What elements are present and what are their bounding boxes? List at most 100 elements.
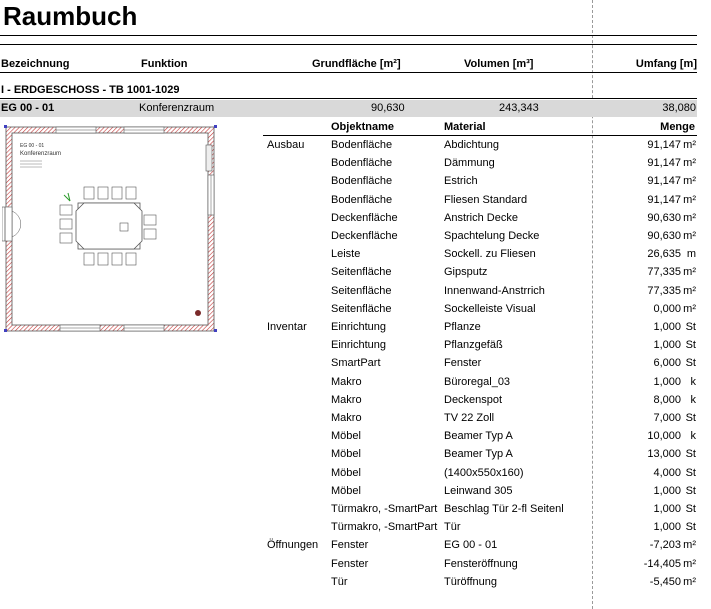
row-quantity: 26,635	[647, 248, 681, 261]
row-material: Büroregal_03	[444, 375, 511, 388]
row-quantity: 1,000	[653, 339, 681, 352]
row-material: Deckenspot	[444, 393, 503, 406]
row-object: Seitenfläche	[331, 284, 392, 297]
table-row[interactable]: Öffnungen Fenster EG 00 - 01 -7,203 m²	[0, 538, 697, 556]
row-object: Makro	[331, 375, 362, 388]
row-quantity: 0,000	[653, 302, 681, 315]
col-header-bezeichnung: Bezeichnung	[1, 58, 70, 70]
page-title: Raumbuch	[3, 1, 138, 31]
table-row[interactable]: Makro Büroregal_03 1,000 k	[0, 375, 697, 393]
row-quantity: 91,147	[647, 175, 681, 188]
row-material: Fenster	[444, 357, 482, 370]
row-quantity: -14,405	[643, 557, 681, 570]
row-material: Sockell. zu Fliesen	[444, 248, 536, 261]
row-object: Leiste	[331, 248, 361, 261]
table-row[interactable]: Inventar Einrichtung Pflanze 1,000 St	[0, 320, 697, 338]
row-material: Sockelleiste Visual	[444, 302, 536, 315]
table-row[interactable]: Leiste Sockell. zu Fliesen 26,635 m	[0, 247, 697, 265]
table-row[interactable]: Deckenfläche Spachtelung Decke 90,630 m²	[0, 229, 697, 247]
row-unit: St	[685, 339, 696, 352]
section-title: I - ERDGESCHOSS - TB 1001-1029	[1, 84, 180, 96]
row-object: SmartPart	[331, 357, 381, 370]
row-unit: k	[690, 430, 697, 443]
row-unit: k	[690, 375, 697, 388]
row-object: Bodenfläche	[331, 175, 393, 188]
table-row[interactable]: Deckenfläche Anstrich Decke 90,630 m²	[0, 211, 697, 229]
table-row[interactable]: Türmakro, -SmartPart Tür 1,000 St	[0, 520, 697, 538]
col-header-volumen: Volumen [m³]	[464, 58, 534, 70]
row-object: Deckenfläche	[331, 230, 398, 242]
row-group: Öffnungen	[267, 539, 319, 552]
row-quantity: 4,000	[653, 466, 681, 479]
row-quantity: 1,000	[653, 375, 681, 388]
row-unit: m²	[683, 266, 696, 279]
row-quantity: 90,630	[647, 230, 681, 242]
row-object: Seitenfläche	[331, 302, 392, 315]
row-unit: St	[685, 321, 696, 333]
row-object: Seitenfläche	[331, 266, 392, 279]
room-volume: 243,343	[499, 102, 539, 114]
row-material: Innenwand-Anstrrich	[444, 284, 545, 297]
table-row[interactable]: Möbel (1400x550x160) 4,000 St	[0, 466, 697, 484]
table-row[interactable]: Bodenfläche Estrich 91,147 m²	[0, 174, 697, 192]
row-object: Fenster	[331, 539, 369, 552]
row-object: Makro	[331, 412, 362, 424]
table-row[interactable]: Makro TV 22 Zoll 7,000 St	[0, 411, 697, 429]
row-quantity: 1,000	[653, 521, 681, 534]
row-object: Türmakro, -SmartPart	[331, 503, 438, 515]
row-unit: m²	[683, 230, 696, 242]
row-material: Pflanze	[444, 321, 481, 333]
row-unit: m²	[683, 557, 696, 570]
row-unit: m²	[683, 302, 696, 315]
row-material: Estrich	[444, 175, 478, 188]
room-summary-row[interactable]: EG 00 - 01 Konferenzraum 90,630 243,343 …	[0, 100, 697, 117]
row-material: Abdichtung	[444, 139, 500, 151]
row-object: Bodenfläche	[331, 139, 393, 151]
row-quantity: 90,630	[647, 211, 681, 224]
row-quantity: 77,335	[647, 266, 681, 279]
table-row[interactable]: Seitenfläche Sockelleiste Visual 0,000 m²	[0, 302, 697, 320]
table-row[interactable]: Türmakro, -SmartPart Beschlag Tür 2-fl Se…	[0, 502, 697, 520]
row-object: Tür	[331, 575, 348, 588]
table-row[interactable]: Bodenfläche Fliesen Standard 91,147 m²	[0, 193, 697, 211]
table-row[interactable]: SmartPart Fenster 6,000 St	[0, 356, 697, 374]
row-material: Beschlag Tür 2-fl Seitenl	[444, 503, 564, 515]
row-material: Fliesen Standard	[444, 193, 528, 206]
detail-header-object: Objektname	[331, 121, 394, 133]
row-object: Makro	[331, 393, 362, 406]
table-row[interactable]: Ausbau Bodenfläche Abdichtung 91,147 m²	[0, 138, 697, 156]
table-row[interactable]: Einrichtung Pflanzgefäß 1,000 St	[0, 338, 697, 356]
row-quantity: 7,000	[653, 412, 681, 424]
row-quantity: 91,147	[647, 193, 681, 206]
row-quantity: 1,000	[653, 484, 681, 497]
row-material: Türöffnung	[444, 575, 498, 588]
row-object: Möbel	[331, 430, 361, 443]
table-row[interactable]: Möbel Beamer Typ A 10,000 k	[0, 429, 697, 447]
table-row[interactable]: Möbel Leinwand 305 1,000 St	[0, 484, 697, 502]
row-unit: m²	[683, 175, 696, 188]
room-function: Konferenzraum	[139, 102, 215, 114]
row-quantity: 1,000	[653, 321, 681, 333]
table-row[interactable]: Seitenfläche Gipsputz 77,335 m²	[0, 265, 697, 283]
table-row[interactable]: Bodenfläche Dämmung 91,147 m²	[0, 156, 697, 174]
row-unit: St	[685, 503, 696, 515]
row-unit: St	[685, 448, 696, 461]
table-row[interactable]: Möbel Beamer Typ A 13,000 St	[0, 447, 697, 465]
row-material: Pflanzgefäß	[444, 339, 503, 352]
row-group: Ausbau	[267, 139, 305, 151]
table-row[interactable]: Fenster Fensteröffnung -14,405 m²	[0, 557, 697, 575]
table-row[interactable]: Makro Deckenspot 8,000 k	[0, 393, 697, 411]
row-object: Einrichtung	[331, 339, 387, 352]
row-group: Inventar	[267, 321, 307, 333]
table-row[interactable]: Seitenfläche Innenwand-Anstrrich 77,335 m²	[0, 284, 697, 302]
row-quantity: -7,203	[649, 539, 681, 552]
row-unit: St	[685, 484, 696, 497]
row-object: Türmakro, -SmartPart	[331, 521, 438, 534]
row-quantity: 13,000	[647, 448, 681, 461]
detail-header-quantity: Menge	[660, 121, 695, 133]
row-unit: St	[685, 412, 696, 424]
row-object: Möbel	[331, 448, 361, 461]
table-row[interactable]: Tür Türöffnung -5,450 m²	[0, 575, 697, 593]
row-object: Möbel	[331, 466, 361, 479]
row-unit: m²	[683, 539, 696, 552]
